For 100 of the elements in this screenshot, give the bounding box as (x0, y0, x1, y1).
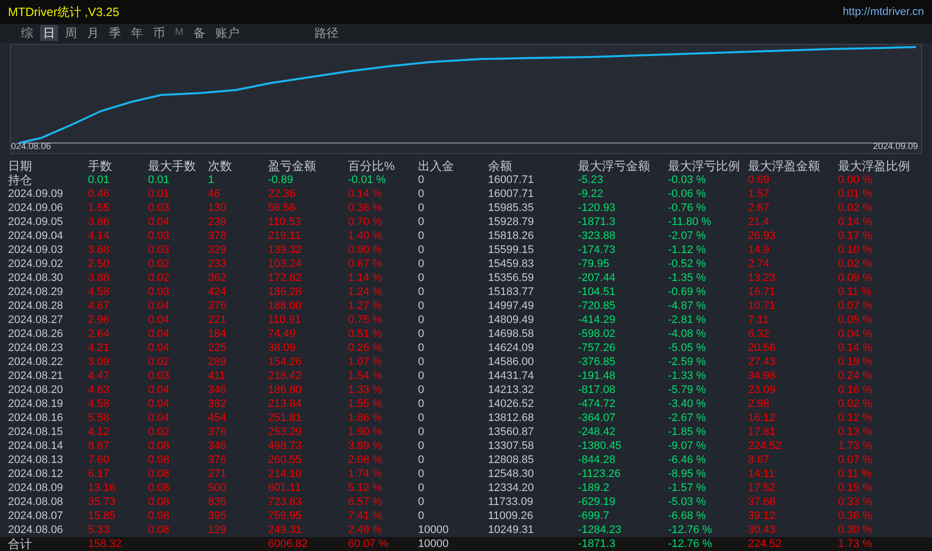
table-cell-text: -6.68 % (668, 510, 707, 522)
table-cell-text: 0.14 % (838, 342, 874, 354)
table-cell-text: -191.48 (578, 370, 616, 382)
table-cell-text: 26.93 (748, 230, 777, 242)
table-cell-text: 0.11 % (838, 468, 872, 480)
table-cell-text: -11.80 % (668, 216, 712, 228)
table-cell-text: 221 (208, 314, 228, 326)
table-cell-text: -0.76 % (668, 202, 707, 214)
table-cell-text: 0.08 (148, 454, 170, 466)
row-label: 2024.08.19 (8, 398, 64, 410)
table-cell-text: 1.14 % (348, 272, 384, 284)
table-cell-text: 15183.77 (488, 286, 535, 298)
table-cell-text: 225 (208, 342, 228, 354)
table-cell-text: -414.29 (578, 314, 616, 326)
tab[interactable]: 账户 (212, 25, 242, 42)
table-cell-text: 0.08 (148, 468, 170, 480)
table-cell-text: -5.79 % (668, 384, 707, 396)
path-button[interactable]: 路径 (314, 24, 338, 42)
table-cell-text: 14026.52 (488, 398, 535, 410)
table-cell-text: 10.71 (748, 300, 777, 312)
table-cell-text: -474.72 (578, 398, 616, 410)
table-cell-text: 5.12 % (348, 482, 384, 494)
table-cell-text: 233 (208, 258, 228, 270)
table-cell-text: 0.19 % (838, 356, 874, 368)
table-cell-text: 1.73 % (838, 538, 874, 550)
table-cell-text: -5.23 (578, 174, 604, 186)
table-cell-text: -364.07 (578, 412, 616, 424)
tab[interactable]: 综 (18, 25, 36, 42)
table-cell-text: 0.51 % (348, 328, 384, 340)
column-header: 出入金 (418, 159, 455, 173)
tab[interactable]: 年 (128, 25, 146, 42)
table-cell-text: -4.08 % (668, 328, 707, 340)
table-cell-text: 186.28 (268, 286, 303, 298)
table-cell-text: -1123.26 (578, 468, 622, 480)
table-cell-text: 16.12 (748, 412, 777, 424)
tab[interactable]: 币 (150, 25, 168, 42)
table-cell-text: 0 (418, 188, 426, 200)
table-cell-text: 13812.68 (488, 412, 535, 424)
table-cell-text: 0.17 % (838, 230, 874, 242)
table-cell-text: 27.43 (748, 356, 777, 368)
table-cell-text: 14.9 (748, 244, 770, 256)
table-cell-text: 2.49 % (348, 524, 384, 536)
table-cell-text: 239 (208, 216, 228, 228)
table-cell-text: -598.02 (578, 328, 616, 340)
table-cell-text: 289 (208, 356, 228, 368)
table-cell-text: 271 (208, 468, 228, 480)
table-cell-text: -0.01 % (348, 174, 387, 186)
table-cell-text: 14809.49 (488, 314, 535, 326)
table-cell-text: 16.71 (748, 286, 777, 298)
table-cell-text: 376 (208, 426, 228, 438)
table-cell-text: 218.42 (268, 370, 303, 382)
table-cell-text: 378 (208, 230, 228, 242)
row-label: 2024.08.28 (8, 300, 64, 312)
tab[interactable]: 备 (190, 25, 208, 42)
table-cell-text: 0 (418, 440, 426, 452)
table-cell-text: 0.02 (148, 356, 170, 368)
table-cell-text: -207.44 (578, 272, 616, 284)
column-header: 手数 (88, 159, 113, 173)
table-cell-text: 251.81 (268, 412, 303, 424)
table-cell-text: 500 (208, 482, 228, 494)
table-cell-text: 0 (418, 216, 426, 228)
table-cell-text: 0.02 (148, 426, 170, 438)
table-cell-text: 14624.09 (488, 342, 535, 354)
table-cell-text: -1.35 % (668, 272, 707, 284)
tab[interactable]: M (172, 25, 186, 42)
table-cell-text: 0.26 % (348, 342, 384, 354)
table-cell-text: 395 (208, 510, 228, 522)
table-cell-text: 13307.58 (488, 440, 535, 452)
table-cell-text: 15928.79 (488, 216, 535, 228)
table-cell-text: 14586.00 (488, 356, 535, 368)
row-label: 2024.08.14 (8, 440, 64, 452)
table-cell-text: 2.08 % (348, 454, 384, 466)
table-cell-text: -2.67 % (668, 412, 707, 424)
table-cell-text: 0.00 % (838, 174, 874, 186)
row-label: 2024.09.06 (8, 202, 64, 214)
table-cell-text: 0 (418, 342, 426, 354)
tab[interactable]: 日 (40, 25, 58, 42)
table-cell-text: 346 (208, 384, 228, 396)
table-cell-text: -6.46 % (668, 454, 707, 466)
table-cell-text: 249.31 (268, 524, 303, 536)
table-cell-text: 0 (418, 328, 426, 340)
table-cell-text: 3.89 % (348, 440, 384, 452)
table-cell-text: 110.53 (268, 216, 302, 228)
table-cell-text: 0 (418, 356, 426, 368)
table-cell-text: 1.40 % (348, 230, 384, 242)
table-cell-text: 411 (208, 370, 227, 382)
table-cell-text: 11733.09 (488, 496, 534, 508)
tab[interactable]: 周 (62, 25, 80, 42)
website-link[interactable]: http://mtdriver.cn (842, 4, 924, 20)
table-cell-text: 0.30 % (838, 524, 874, 536)
table-cell-text: 0.08 (148, 510, 170, 522)
table-cell-text: 3.88 (88, 272, 110, 284)
table-cell-text: 12808.85 (488, 454, 535, 466)
table-cell-text: -9.22 (578, 188, 604, 200)
table-cell-text: 1.57 (748, 188, 770, 200)
table-cell-text: 8.87 (88, 440, 110, 452)
table-cell-text: 158.32 (88, 538, 123, 550)
column-header: 最大浮亏金额 (578, 159, 651, 173)
tab[interactable]: 月 (84, 25, 102, 42)
tab[interactable]: 季 (106, 25, 124, 42)
